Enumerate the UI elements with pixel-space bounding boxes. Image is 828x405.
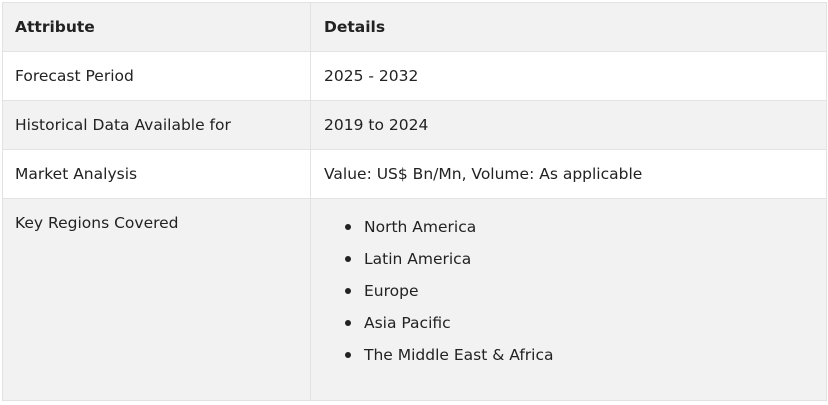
- header-attribute: Attribute: [3, 3, 311, 51]
- list-item: Europe: [345, 281, 826, 313]
- table-header-row: Attribute Details: [3, 3, 826, 52]
- header-details: Details: [324, 18, 386, 36]
- list-item: Latin America: [345, 249, 826, 281]
- row-details: 2019 to 2024: [324, 116, 429, 134]
- list-item: Asia Pacific: [345, 313, 826, 345]
- bullet-icon: [345, 352, 351, 358]
- table-row: Forecast Period 2025 - 2032: [3, 52, 826, 101]
- row-attribute: Historical Data Available for: [3, 101, 311, 149]
- bullet-icon: [345, 288, 351, 294]
- row-details-list-cell: North America Latin America Europe Asia …: [311, 199, 826, 400]
- table-row: Historical Data Available for 2019 to 20…: [3, 101, 826, 150]
- list-item-label: Europe: [364, 282, 419, 300]
- regions-list: North America Latin America Europe Asia …: [324, 213, 826, 377]
- list-item: North America: [345, 217, 826, 249]
- list-item-label: The Middle East & Africa: [364, 346, 554, 364]
- row-details: 2025 - 2032: [324, 67, 419, 85]
- list-item-label: Asia Pacific: [364, 314, 451, 332]
- row-attribute: Forecast Period: [3, 52, 311, 100]
- row-attribute: Key Regions Covered: [3, 199, 311, 400]
- row-details: Value: US$ Bn/Mn, Volume: As applicable: [324, 165, 643, 183]
- table-row: Market Analysis Value: US$ Bn/Mn, Volume…: [3, 150, 826, 199]
- list-item: The Middle East & Africa: [345, 345, 826, 377]
- bullet-icon: [345, 320, 351, 326]
- list-item-label: North America: [364, 218, 477, 236]
- bullet-icon: [345, 256, 351, 262]
- bullet-icon: [345, 224, 351, 230]
- row-attribute: Market Analysis: [3, 150, 311, 198]
- table-row: Key Regions Covered North America Latin …: [3, 199, 826, 401]
- attribute-details-table: Attribute Details Forecast Period 2025 -…: [2, 2, 827, 401]
- list-item-label: Latin America: [364, 250, 472, 268]
